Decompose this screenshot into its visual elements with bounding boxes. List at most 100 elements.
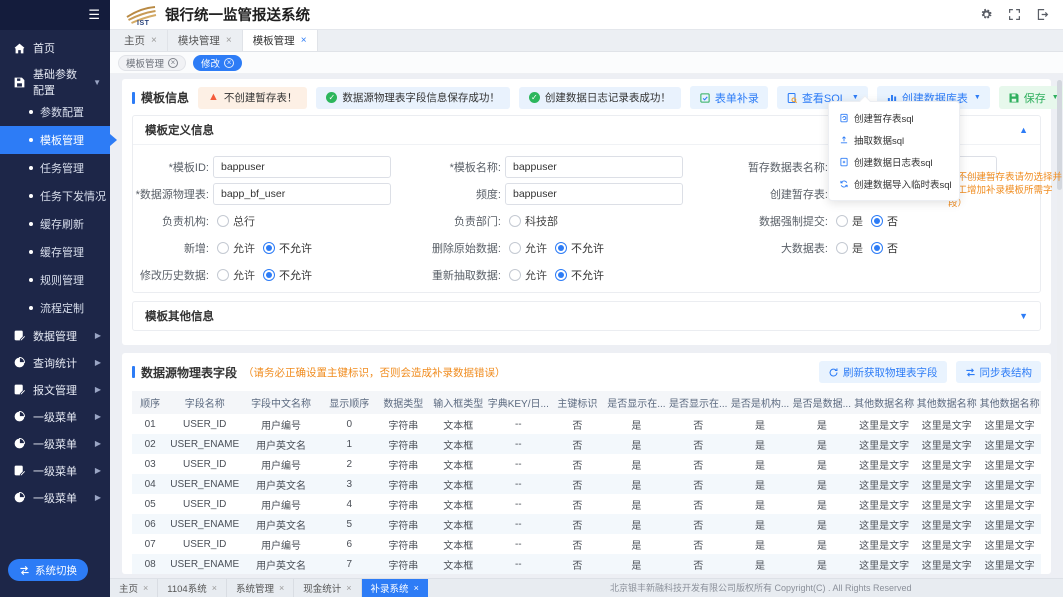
close-icon[interactable]: ×: [143, 583, 148, 593]
vertical-scrollbar[interactable]: [1057, 80, 1062, 380]
menu-item-创建数据日志表sql[interactable]: 创建数据日志表sql: [829, 151, 959, 173]
radio-button[interactable]: [555, 242, 567, 254]
table-row[interactable]: 05USER_ID用户编号4字符串文本框--否是否是是这里是文字这里是文字这里是…: [132, 494, 1041, 514]
table-cell: 这里是文字: [853, 414, 916, 434]
sidebar-item-一级菜单[interactable]: 一级菜单▶: [0, 484, 110, 511]
radio-button[interactable]: [509, 242, 521, 254]
form-field: 大数据表:是否: [705, 240, 1040, 256]
close-icon[interactable]: ×: [346, 583, 351, 593]
radio-button[interactable]: [509, 215, 521, 227]
logout-icon[interactable]: [1036, 8, 1049, 21]
table-row[interactable]: 03USER_ID用户编号2字符串文本框--否是否是是这里是文字这里是文字这里是…: [132, 454, 1041, 474]
sidebar-item-查询统计[interactable]: 查询统计▶: [0, 349, 110, 376]
sidebar-item-任务管理[interactable]: 任务管理: [0, 154, 110, 182]
sidebar-item-报文管理[interactable]: 报文管理▶: [0, 376, 110, 403]
radio-button[interactable]: [871, 215, 883, 227]
close-icon[interactable]: ×: [226, 35, 232, 46]
settings-icon[interactable]: [980, 8, 993, 21]
alert-text: 不创建暂存表！: [224, 90, 298, 105]
collapse-up-icon[interactable]: ▲: [1019, 125, 1028, 135]
table-row[interactable]: 08USER_ENAME用户英文名7字符串文本框--否是否是是这里是文字这里是文…: [132, 554, 1041, 574]
sidebar-item-缓存管理[interactable]: 缓存管理: [0, 238, 110, 266]
bottom-tab-系统管理[interactable]: 系统管理×: [227, 579, 294, 597]
table-row[interactable]: 06USER_ENAME用户英文名5字符串文本框--否是否是是这里是文字这里是文…: [132, 514, 1041, 534]
radio-button[interactable]: [217, 242, 229, 254]
sidebar-item-label: 一级菜单: [33, 409, 77, 425]
sidebar-item-基础参数配置[interactable]: 基础参数配置▼: [0, 66, 110, 98]
radio-button[interactable]: [836, 215, 848, 227]
close-icon[interactable]: ×: [151, 35, 157, 46]
radio-button[interactable]: [836, 242, 848, 254]
close-icon[interactable]: ×: [301, 35, 307, 46]
field-label: *模板名称:: [405, 159, 501, 175]
radio-button[interactable]: [871, 242, 883, 254]
warning-triangle-icon: ▲: [208, 92, 219, 103]
保存-button[interactable]: 保存▼: [999, 86, 1063, 109]
sidebar-item-模板管理[interactable]: 模板管理: [0, 126, 110, 154]
chip-模板管理[interactable]: 模板管理×: [118, 55, 186, 71]
bottom-tab-主页[interactable]: 主页×: [110, 579, 158, 597]
fullscreen-icon[interactable]: [1008, 8, 1021, 21]
table-cell: USER_ENAME: [168, 514, 241, 534]
close-circle-icon[interactable]: ×: [168, 58, 178, 68]
chevron-right-icon: ▶: [95, 412, 101, 421]
collapse-menu-icon[interactable]: ☰: [88, 7, 100, 23]
field-input[interactable]: [213, 183, 391, 205]
bottom-tab-补录系统[interactable]: 补录系统×: [362, 579, 428, 597]
sidebar-item-一级菜单[interactable]: 一级菜单▶: [0, 430, 110, 457]
sidebar-item-一级菜单[interactable]: 一级菜单▶: [0, 457, 110, 484]
field-input[interactable]: [505, 183, 683, 205]
bullet-icon: [29, 194, 33, 198]
sidebar-item-流程定制[interactable]: 流程定制: [0, 294, 110, 322]
radio-button[interactable]: [263, 242, 275, 254]
sidebar-item-缓存刷新[interactable]: 缓存刷新: [0, 210, 110, 238]
table-cell: 是: [791, 554, 853, 574]
bottom-tab-现金统计[interactable]: 现金统计×: [294, 579, 361, 597]
close-icon[interactable]: ×: [212, 583, 217, 593]
menu-item-label: 创建数据导入临时表sql: [854, 177, 952, 191]
表单补录-button[interactable]: 表单补录: [690, 86, 768, 109]
sidebar-item-数据管理[interactable]: 数据管理▶: [0, 322, 110, 349]
table-row[interactable]: 02USER_ENAME用户英文名1字符串文本框--否是否是是这里是文字这里是文…: [132, 434, 1041, 454]
field-input[interactable]: [505, 156, 683, 178]
sync-icon: [965, 367, 976, 378]
field-input[interactable]: [213, 156, 391, 178]
sidebar-item-参数配置[interactable]: 参数配置: [0, 98, 110, 126]
form-field: 负责机构:总行: [133, 213, 405, 229]
template-other-section: 模板其他信息 ▼: [132, 301, 1041, 331]
menu-item-抽取数据sql[interactable]: 抽取数据sql: [829, 129, 959, 151]
app-logo: IST: [124, 4, 158, 26]
close-circle-icon[interactable]: ×: [224, 58, 234, 68]
sidebar-item-一级菜单[interactable]: 一级菜单 ▶: [0, 403, 110, 430]
table-row[interactable]: 07USER_ID用户编号6字符串文本框--否是否是是这里是文字这里是文字这里是…: [132, 534, 1041, 554]
menu-item-创建数据导入临时表sql[interactable]: 创建数据导入临时表sql: [829, 173, 959, 195]
sidebar-item-首页[interactable]: 首页: [0, 30, 110, 66]
menu-item-创建暂存表sql[interactable]: 创建暂存表sql: [829, 107, 959, 129]
tab-模块管理[interactable]: 模块管理×: [168, 30, 243, 51]
form-field: 频度:: [405, 183, 705, 205]
chip-修改[interactable]: 修改×: [193, 55, 242, 71]
tab-主页[interactable]: 主页×: [114, 30, 168, 51]
刷新获取物理表字段-button[interactable]: 刷新获取物理表字段: [819, 361, 947, 383]
sidebar-item-规则管理[interactable]: 规则管理: [0, 266, 110, 294]
table-row[interactable]: 04USER_ENAME用户英文名3字符串文本框--否是否是是这里是文字这里是文…: [132, 474, 1041, 494]
sidebar-item-任务下发情况[interactable]: 任务下发情况: [0, 182, 110, 210]
collapse-down-icon[interactable]: ▼: [1019, 311, 1028, 321]
radio-button[interactable]: [217, 269, 229, 281]
radio-button[interactable]: [263, 269, 275, 281]
close-icon[interactable]: ×: [279, 583, 284, 593]
button-label: 刷新获取物理表字段: [843, 365, 938, 380]
close-icon[interactable]: ×: [414, 583, 419, 593]
radio-option-label: 允许: [233, 240, 255, 256]
save-icon: [1008, 92, 1020, 104]
table-cell: 这里是文字: [978, 534, 1041, 554]
同步表结构-button[interactable]: 同步表结构: [956, 361, 1042, 383]
bottom-tab-1104系统[interactable]: 1104系统×: [158, 579, 227, 597]
table-row[interactable]: 01USER_ID用户编号0字符串文本框--否是否是是这里是文字这里是文字这里是…: [132, 414, 1041, 434]
refresh-icon: [828, 367, 839, 378]
radio-button[interactable]: [217, 215, 229, 227]
system-switch-button[interactable]: 系统切换: [8, 559, 88, 581]
radio-button[interactable]: [509, 269, 521, 281]
radio-button[interactable]: [555, 269, 567, 281]
tab-模板管理[interactable]: 模板管理×: [243, 30, 318, 51]
